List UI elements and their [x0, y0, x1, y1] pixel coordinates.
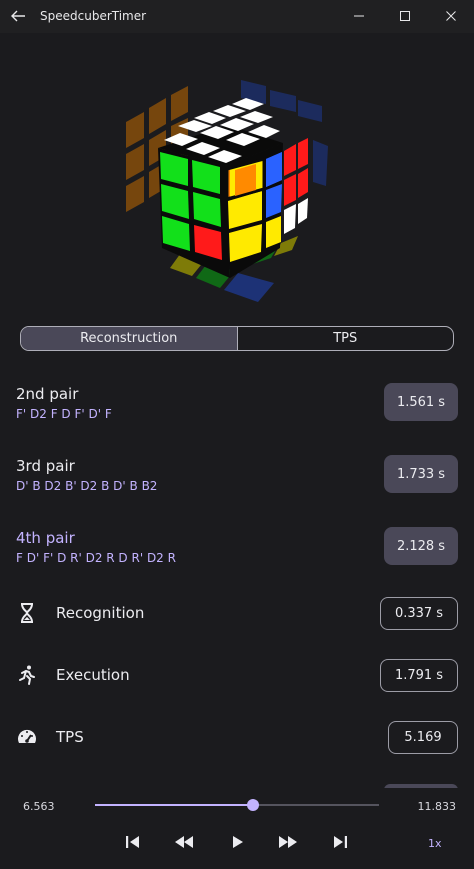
- title-bar: SpeedcuberTimer: [0, 0, 474, 33]
- maximize-button[interactable]: [382, 0, 428, 33]
- stat-value: 5.169: [388, 721, 458, 754]
- step-title: 4th pair: [16, 529, 75, 547]
- stat-value: 1.791 s: [380, 659, 458, 692]
- total-time: 11.833: [417, 800, 457, 813]
- step-time-badge: 1.561 s: [384, 383, 458, 421]
- slider-fill: [95, 804, 253, 806]
- playback-slider-row: 6.563 11.833: [0, 790, 474, 820]
- tab-reconstruction[interactable]: Reconstruction: [21, 327, 238, 350]
- minimize-button[interactable]: [336, 0, 382, 33]
- cube-graphic: [126, 80, 328, 302]
- stat-row-recognition: Recognition 0.337 s: [0, 596, 474, 630]
- stat-label: Execution: [56, 666, 130, 684]
- step-title: 2nd pair: [16, 385, 79, 403]
- tab-tps[interactable]: TPS: [238, 327, 454, 350]
- step-moves: F' D2 F D F' D' F: [16, 407, 112, 421]
- reconstruction-list[interactable]: 2nd pair F' D2 F D F' D' F 1.561 s 3rd p…: [0, 370, 474, 788]
- rewind-icon: [173, 833, 195, 855]
- close-icon: [445, 7, 457, 26]
- skip-next-icon: [331, 833, 349, 855]
- view-tabs: Reconstruction TPS: [20, 326, 454, 351]
- maximize-icon: [399, 7, 411, 26]
- minimize-icon: [353, 7, 365, 26]
- step-row-4th-pair[interactable]: 4th pair F D' F' D R' D2 R D R' D2 R 2.1…: [0, 527, 474, 575]
- stat-label: Recognition: [56, 604, 145, 622]
- step-time-badge: 1.733 s: [384, 455, 458, 493]
- step-row-3rd-pair[interactable]: 3rd pair D' B D2 B' D2 B D' B B2 1.733 s: [0, 455, 474, 503]
- playback-controls: 1x: [0, 830, 474, 858]
- step-moves: F D' F' D R' D2 R D R' D2 R: [16, 551, 176, 565]
- step-moves: D' B D2 B' D2 B D' B B2: [16, 479, 158, 493]
- skip-previous-icon: [124, 833, 142, 855]
- stat-value: 0.337 s: [380, 597, 458, 630]
- cube-3d-view[interactable]: [108, 78, 338, 310]
- list-item-partial: [0, 784, 474, 788]
- window-title: SpeedcuberTimer: [40, 9, 147, 23]
- back-arrow-icon[interactable]: [8, 6, 28, 26]
- playback-speed[interactable]: 1x: [428, 837, 442, 850]
- fast-forward-button[interactable]: [276, 832, 300, 856]
- stat-label: TPS: [56, 728, 84, 746]
- skip-previous-button[interactable]: [121, 832, 145, 856]
- hourglass-icon: [16, 602, 38, 624]
- speedometer-icon: [16, 726, 38, 748]
- step-title: 3rd pair: [16, 457, 75, 475]
- current-time: 6.563: [23, 800, 55, 813]
- stat-row-tps: TPS 5.169: [0, 720, 474, 754]
- slider-thumb[interactable]: [246, 799, 259, 811]
- fast-forward-icon: [277, 833, 299, 855]
- play-button[interactable]: [225, 832, 249, 856]
- step-time-badge: 2.128 s: [384, 527, 458, 565]
- running-person-icon: [16, 664, 38, 686]
- step-row-2nd-pair[interactable]: 2nd pair F' D2 F D F' D' F 1.561 s: [0, 383, 474, 431]
- play-icon: [228, 833, 246, 855]
- playback-slider[interactable]: [95, 799, 379, 811]
- close-button[interactable]: [428, 0, 474, 33]
- rewind-button[interactable]: [172, 832, 196, 856]
- skip-next-button[interactable]: [328, 832, 352, 856]
- stat-row-execution: Execution 1.791 s: [0, 658, 474, 692]
